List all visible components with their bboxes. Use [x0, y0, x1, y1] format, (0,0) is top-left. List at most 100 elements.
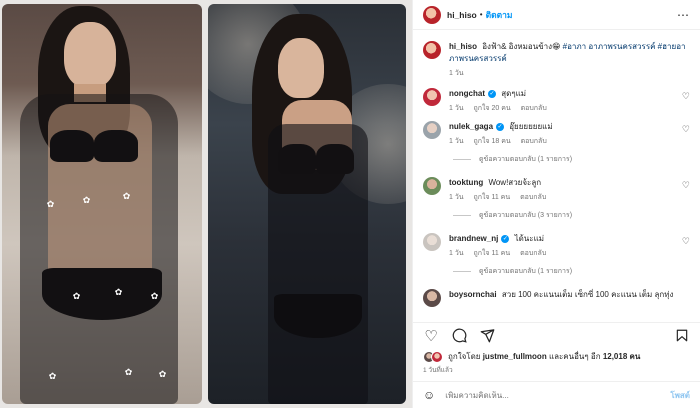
comment-icon[interactable]	[451, 328, 467, 344]
view-replies-button[interactable]: ดูข้อความตอบกลับ (3 รายการ)	[453, 210, 690, 221]
view-replies-label: ดูข้อความตอบกลับ (1 รายการ)	[479, 268, 573, 275]
avatar[interactable]	[423, 233, 441, 251]
liker-avatars	[423, 350, 443, 363]
bra-right-shape	[316, 144, 354, 174]
separator-dot: •	[479, 10, 483, 19]
flower-icon: ✿	[114, 287, 123, 297]
header-username[interactable]: hi_hiso	[447, 10, 477, 20]
bra-right-shape	[94, 130, 138, 162]
share-icon[interactable]	[479, 328, 495, 344]
avatar[interactable]	[423, 289, 441, 307]
comment-likes[interactable]: ถูกใจ 20 คน	[474, 105, 511, 112]
comment-username[interactable]: nongchat	[449, 89, 485, 98]
bra-left-shape	[278, 144, 316, 174]
caption-text: อิงฟ้า& อิงหมอนข้าง😁	[482, 42, 561, 51]
replies-divider-line	[453, 271, 471, 272]
avatar[interactable]	[423, 88, 441, 106]
posted-timestamp[interactable]: 1 วันที่แล้ว	[423, 365, 453, 375]
heart-icon[interactable]: ♡	[423, 328, 439, 345]
comment-text: อุ๊ยยยยยยแม่	[509, 122, 553, 131]
view-replies-label: ดูข้อความตอบกลับ (3 รายการ)	[479, 212, 573, 219]
comment-body: nongchat ✓ สุดๆแม่ 1 วัน ถูกใจ 20 คน ตอบก…	[449, 88, 690, 115]
comment-username[interactable]: tooktung	[449, 178, 483, 187]
comment-likes[interactable]: ถูกใจ 11 คน	[474, 194, 511, 201]
reply-button[interactable]: ตอบกลับ	[521, 138, 547, 145]
post-comment-button[interactable]: โพสต์	[670, 389, 690, 402]
comment-item: brandnew_nj ✓ ได้นะแม่ 1 วัน ถูกใจ 11 คน …	[423, 233, 690, 260]
reply-button[interactable]: ตอบกลับ	[520, 194, 546, 201]
avatar[interactable]	[423, 41, 441, 59]
comment-item: nongchat ✓ สุดๆแม่ 1 วัน ถูกใจ 20 คน ตอบก…	[423, 88, 690, 115]
post-media[interactable]: ✿ ✿ ✿ ✿ ✿ ✿ ✿ ✿ ✿	[0, 0, 412, 408]
comment-username[interactable]: boysornchai	[449, 290, 497, 299]
flower-icon: ✿	[122, 191, 131, 201]
bookmark-icon[interactable]	[674, 328, 690, 344]
flower-icon: ✿	[48, 371, 57, 381]
comment-composer: ☺ โพสต์	[413, 381, 700, 408]
comment-item: boysornchai สวย 100 คะแนนเต็ม เซ็กซี่ 10…	[423, 289, 690, 307]
post-actions-bar: ♡	[413, 322, 700, 348]
replies-divider-line	[453, 215, 471, 216]
likes-summary[interactable]: ถูกใจโดย justme_fullmoon และคนอื่นๆ อีก …	[423, 350, 690, 363]
comment-time: 1 วัน	[449, 138, 464, 145]
comment-text: สวย 100 คะแนนเต็ม เซ็กซี่ 100 คะแนน เต็ม…	[501, 290, 674, 299]
comment-body: tooktung Wow!สวยจ้ะลูก 1 วัน ถูกใจ 11 คน…	[449, 177, 690, 204]
face-shape	[64, 22, 116, 88]
comment-username[interactable]: brandnew_nj	[449, 234, 498, 243]
emoji-icon[interactable]: ☺	[423, 388, 435, 402]
comment-like-heart-icon[interactable]: ♡	[682, 236, 690, 247]
comment-like-heart-icon[interactable]: ♡	[682, 91, 690, 102]
avatar[interactable]	[423, 5, 441, 24]
comment-time: 1 วัน	[449, 194, 464, 201]
caption-username[interactable]: hi_hiso	[449, 42, 477, 51]
flower-icon: ✿	[158, 369, 167, 379]
view-replies-button[interactable]: ดูข้อความตอบกลับ (1 รายการ)	[453, 266, 690, 277]
comment-meta: 1 วัน ถูกใจ 18 คน ตอบกลับ	[449, 136, 690, 148]
comments-list[interactable]: hi_hiso อิงฟ้า& อิงหมอนข้าง😁 #อาภา อาภาพ…	[413, 31, 700, 319]
follow-button[interactable]: ติดตาม	[486, 8, 513, 22]
view-replies-label: ดูข้อความตอบกลับ (1 รายการ)	[479, 156, 573, 163]
post-caption: hi_hiso อิงฟ้า& อิงหมอนข้าง😁 #อาภา อาภาพ…	[423, 41, 690, 80]
avatar	[431, 350, 443, 363]
comment-meta: 1 วัน ถูกใจ 20 คน ตอบกลับ	[449, 103, 690, 115]
comment-time: 1 วัน	[449, 250, 464, 257]
brief-shape	[274, 294, 362, 338]
flower-icon: ✿	[124, 367, 133, 377]
reply-button[interactable]: ตอบกลับ	[521, 105, 547, 112]
photo-left: ✿ ✿ ✿ ✿ ✿ ✿ ✿ ✿ ✿	[2, 4, 202, 404]
post-side-panel: hi_hiso • ติดตาม ⋯ hi_hiso อิงฟ้า& อิงหม…	[412, 0, 700, 408]
comment-text: สุดๆแม่	[501, 89, 527, 98]
likes-prefix: ถูกใจโดย	[448, 352, 481, 361]
comment-like-heart-icon[interactable]: ♡	[682, 124, 690, 135]
flower-icon: ✿	[150, 291, 159, 301]
avatar[interactable]	[423, 121, 441, 139]
reply-button[interactable]: ตอบกลับ	[520, 250, 546, 257]
caption-body: hi_hiso อิงฟ้า& อิงหมอนข้าง😁 #อาภา อาภาพ…	[449, 41, 690, 80]
more-options-icon[interactable]: ⋯	[677, 8, 690, 22]
likes-user[interactable]: justme_fullmoon	[483, 352, 547, 361]
comment-likes[interactable]: ถูกใจ 11 คน	[474, 250, 511, 257]
comment-body: boysornchai สวย 100 คะแนนเต็ม เซ็กซี่ 10…	[449, 289, 690, 307]
comment-meta: 1 วัน ถูกใจ 11 คน ตอบกลับ	[449, 192, 690, 204]
comment-likes[interactable]: ถูกใจ 18 คน	[474, 138, 511, 145]
verified-badge-icon: ✓	[488, 89, 496, 98]
face-shape	[278, 38, 324, 98]
comment-input[interactable]	[445, 390, 671, 400]
view-replies-button[interactable]: ดูข้อความตอบกลับ (1 รายการ)	[453, 154, 690, 165]
comment-text: Wow!สวยจ้ะลูก	[488, 178, 542, 187]
comment-username[interactable]: nulek_gaga	[449, 122, 493, 131]
bra-left-shape	[50, 130, 94, 162]
flower-icon: ✿	[72, 291, 81, 301]
caption-time: 1 วัน	[449, 70, 464, 77]
flower-icon: ✿	[82, 195, 91, 205]
verified-badge-icon: ✓	[501, 234, 510, 243]
likes-count[interactable]: 12,018 คน	[603, 350, 641, 363]
avatar[interactable]	[423, 177, 441, 195]
replies-divider-line	[453, 159, 471, 160]
comment-body: nulek_gaga ✓ อุ๊ยยยยยยแม่ 1 วัน ถูกใจ 18 …	[449, 121, 690, 148]
likes-middle: และคนอื่นๆ อีก	[548, 352, 601, 361]
comment-like-heart-icon[interactable]: ♡	[682, 180, 690, 191]
comment-time: 1 วัน	[449, 105, 464, 112]
brief-shape	[42, 268, 162, 320]
instagram-post-modal: ✿ ✿ ✿ ✿ ✿ ✿ ✿ ✿ ✿ hi_hiso • ติดตาม ⋯ hi_…	[0, 0, 700, 408]
